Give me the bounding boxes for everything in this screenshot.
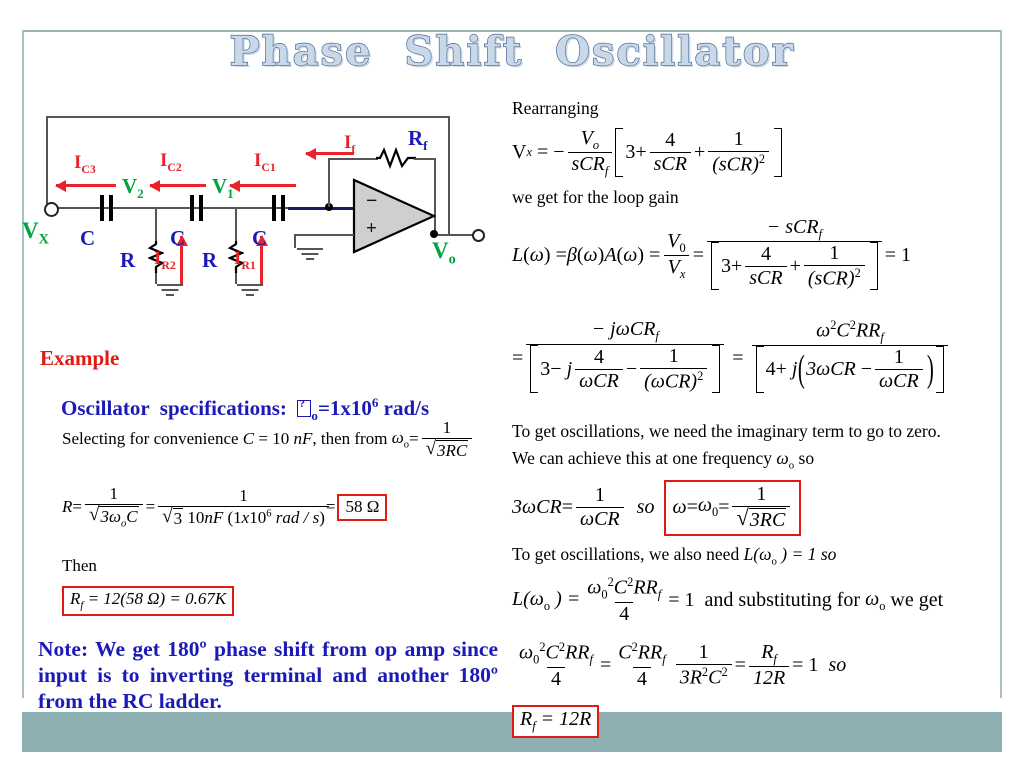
loop-gain-intro: we get for the loop gain bbox=[512, 186, 679, 207]
imaginary-note: To get oscillations, we need the imagina… bbox=[512, 421, 941, 442]
spec-value: =1x10 bbox=[317, 396, 372, 420]
terminal-vo bbox=[472, 229, 485, 242]
boxed-omega0-formula: ω = ω0 = 1 √ 3RC bbox=[664, 479, 802, 536]
one-frequency-tail: so bbox=[798, 448, 815, 469]
label-vo: Vo bbox=[432, 238, 456, 268]
then-text: Then bbox=[62, 556, 97, 576]
slide: Phase Shift Oscillator − + IC3 IC2 IC1 I… bbox=[0, 0, 1024, 768]
ground-r2 bbox=[155, 284, 185, 296]
selecting-text: Selecting for convenience bbox=[62, 429, 239, 449]
boxed-rf-example-value: = 12(58 Ω) = 0.67K bbox=[87, 589, 227, 609]
spec-prefix: Oscillator specifications: bbox=[61, 396, 298, 420]
equation-l-omega0: L(ωo ) = ω02C2RRf 4 = 1 and substituting … bbox=[512, 575, 944, 626]
selecting-c-line: Selecting for convenience C = 10 nF, bbox=[62, 429, 317, 449]
wire-r1-top bbox=[235, 207, 237, 243]
wire-feedback-top-a bbox=[328, 158, 378, 160]
selecting-c-unit: nF bbox=[293, 429, 313, 449]
one-frequency-text: We can achieve this at one frequency ωo … bbox=[512, 448, 815, 472]
label-c2: C bbox=[170, 226, 186, 250]
wire-noninverting bbox=[294, 234, 354, 236]
example-heading: Example bbox=[40, 346, 120, 370]
label-v2: V2 bbox=[122, 174, 144, 202]
opamp-inverting-label: − bbox=[366, 190, 378, 212]
node-output bbox=[430, 230, 438, 238]
equation-omega0: 3ωCR = 1 ωCR so ω = ω0 = 1 √ 3RC bbox=[512, 479, 802, 536]
note-text: Note: We get 180º phase shift from op am… bbox=[38, 637, 498, 714]
boxed-rf-result-wrap: Rf = 12R bbox=[512, 705, 1014, 739]
label-r1: R bbox=[202, 248, 218, 272]
so-word-2: so bbox=[820, 543, 837, 564]
circuit-diagram: − + IC3 IC2 IC1 If IR2 IR1 VX V2 V1 Vo C bbox=[22, 108, 502, 308]
selecting-c-symbol: C bbox=[242, 429, 255, 449]
wire-to-inverting-input bbox=[288, 207, 358, 210]
label-v1: V1 bbox=[212, 174, 234, 202]
label-ic2: IC2 bbox=[160, 150, 182, 174]
wire-output bbox=[434, 234, 474, 236]
capacitor-c1 bbox=[272, 195, 288, 221]
label-ir1: IR1 bbox=[234, 248, 256, 272]
omega-missing-glyph-icon bbox=[297, 398, 312, 417]
selecting-c-value: = 10 bbox=[258, 429, 290, 449]
equation-loop-gain: L(ω) = β(ω) A(ω) = V0 Vx = − sCRf 3 + 4 sCR +… bbox=[512, 216, 911, 297]
arrow-ic1 bbox=[229, 179, 296, 192]
and-substituting-text: and substituting for bbox=[704, 589, 861, 612]
we-get-text: we get bbox=[890, 589, 944, 612]
arrow-ic2 bbox=[149, 179, 206, 192]
label-ic1: IC1 bbox=[254, 150, 276, 174]
example-calculation: Selecting for convenience C = 10 nF, the… bbox=[62, 418, 502, 626]
then-from-line: then from ωo = 1 √ 3RC bbox=[321, 418, 475, 460]
wire-noninv-down bbox=[294, 234, 296, 248]
one-frequency-lead: We can achieve this at one frequency bbox=[512, 448, 772, 469]
label-if: If bbox=[344, 132, 356, 156]
opamp-noninverting-label: + bbox=[366, 218, 377, 239]
boxed-rf-result: Rf = 12R bbox=[512, 705, 600, 739]
so-word-1: so bbox=[636, 496, 655, 519]
label-ir2: IR2 bbox=[154, 248, 176, 272]
wire-left-vertical bbox=[46, 116, 48, 208]
equation-jomega-forms: = − jωCRf 3− j 4 ωCR − 1 (ωCR)2 = ω2C2RRf 4… bbox=[512, 318, 951, 399]
equation-r-value: R = 1 √ 3ωoC = 1 √ 3 10nF (1x106 rad / s) … bbox=[62, 484, 388, 530]
boxed-rf-example-wrap: Rf = 12(58 Ω) = 0.67K bbox=[62, 586, 502, 616]
ground-r1 bbox=[235, 284, 265, 296]
label-r2: R bbox=[120, 248, 136, 272]
boxed-rf-value: = 12R bbox=[535, 708, 592, 731]
equation-final-chain: ω02C2RRf 4 = C2RRf 4 1 3R2C2 = Rf 12R = 1 so bbox=[519, 640, 847, 691]
wire-r2-top bbox=[155, 207, 157, 243]
terminal-vx bbox=[44, 202, 59, 217]
also-need-lead: To get oscillations, we also need bbox=[512, 543, 740, 564]
equation-vx: Vx = − Vo sCRf 3 + 4 sCR + 1 (sCR)2 bbox=[512, 127, 783, 179]
capacitor-c3 bbox=[100, 195, 116, 221]
also-need-text: To get oscillations, we also need L(ωo )… bbox=[512, 543, 837, 568]
arrow-ic3 bbox=[55, 179, 116, 192]
label-vx: VX bbox=[22, 218, 49, 248]
boxed-rf-example: Rf = 12(58 Ω) = 0.67K bbox=[62, 586, 235, 616]
ground-noninverting bbox=[295, 248, 325, 260]
then-from-text: then from bbox=[320, 429, 388, 449]
label-rf: Rf bbox=[408, 126, 428, 154]
so-word-3: so bbox=[828, 654, 847, 677]
wire-top-feedback bbox=[46, 116, 450, 118]
slide-title: Phase Shift Oscillator bbox=[229, 27, 795, 75]
opamp-symbol bbox=[352, 178, 436, 254]
spec-unit: rad/s bbox=[378, 396, 430, 420]
wire-feedback-left bbox=[328, 158, 330, 207]
rearranging-text: Rearranging bbox=[512, 98, 599, 118]
capacitor-c2 bbox=[190, 195, 206, 221]
label-ic3: IC3 bbox=[74, 152, 96, 176]
wire-right-vertical bbox=[448, 116, 450, 234]
derivation-column: Rearranging Vx = − Vo sCRf 3 + 4 sCR + 1 (sCR… bbox=[512, 98, 1014, 746]
wire-feedback-top-b bbox=[414, 158, 436, 160]
label-c3: C bbox=[80, 226, 96, 250]
label-c1: C bbox=[252, 226, 268, 250]
boxed-r-value: 58 Ω bbox=[337, 493, 388, 521]
